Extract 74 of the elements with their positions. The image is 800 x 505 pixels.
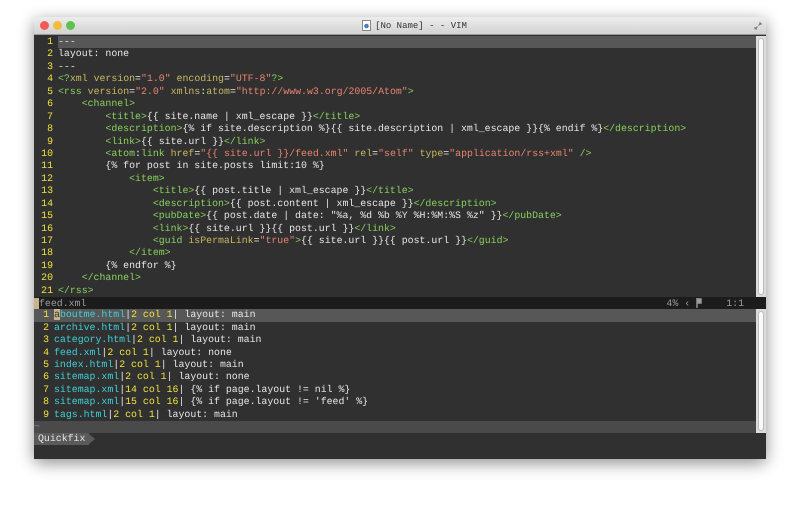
line-number: 6 <box>46 98 54 111</box>
scrollbar[interactable] <box>756 36 766 298</box>
line-number: 2 <box>42 322 50 334</box>
quickfix-entry[interactable]: tags.html|2 col 1| layout: main <box>54 408 756 422</box>
minimize-button[interactable] <box>53 21 62 30</box>
line-number: 16 <box>40 222 54 235</box>
scrollbar[interactable] <box>756 309 766 434</box>
code-line: <link>{{ site.url }}</link> <box>104 136 266 148</box>
scroll-percent: 4% <box>666 298 678 309</box>
quickfix-entry[interactable]: sitemap.xml|15 col 16| {% if page.layout != 'feed' %} <box>54 396 756 409</box>
line-number: 11 <box>40 160 54 173</box>
quickfix-entry[interactable]: feed.xml|2 col 1| layout: none <box>54 346 756 359</box>
line-number: 3 <box>46 60 54 74</box>
line-number: 13 <box>40 185 54 198</box>
line-number: 21 <box>40 284 54 298</box>
code-line: layout: none <box>58 48 130 61</box>
arrow-icon <box>89 434 96 444</box>
line-number: 19 <box>40 260 54 272</box>
line-number: 10 <box>40 148 54 160</box>
line-number: 18 <box>40 247 54 260</box>
code-line: <item> <box>128 172 166 186</box>
line-number: 1 <box>46 36 54 48</box>
code-line: <description>{% if site.description %}{{ site.description | xml_escape }}{% endif %}</description> <box>104 123 688 136</box>
cursor-position: 1:1 <box>726 298 744 309</box>
code-line: <rss version="2.0" xmlns:atom="http://www.w3.org/2005/Atom"> <box>58 86 415 98</box>
window-title: [No Name] - - VIM <box>375 20 467 30</box>
code-line: {% endfor %} <box>104 260 178 272</box>
quickfix-entry[interactable]: index.html|2 col 1| layout: main <box>54 358 756 372</box>
code-line: <atom:link href="{{ site.url }}/feed.xml" rel="self" type="application/rss+xml" /> <box>104 148 592 160</box>
status-filename: feed.xml <box>39 298 86 309</box>
code-line: <guid isPermaLink="true">{{ site.url }}{{ post.url }}</guid> <box>152 235 510 248</box>
line-number: 7 <box>42 384 50 396</box>
line-number: 5 <box>42 358 50 372</box>
quickfix-entry[interactable]: sitemap.xml|14 col 16| {% if page.layout != nil %} <box>54 384 756 396</box>
line-number: 9 <box>42 408 50 422</box>
document-icon <box>362 20 372 31</box>
cursor-block <box>34 298 39 309</box>
quickfix-entry[interactable]: aboutme.html|2 col 1| layout: main <box>54 309 756 322</box>
flag-icon <box>696 298 702 308</box>
line-number: 3 <box>42 334 50 346</box>
line-number: 1 <box>42 309 50 322</box>
quickfix-entry[interactable]: category.html|2 col 1| layout: main <box>54 334 756 346</box>
line-number: 12 <box>40 172 54 186</box>
line-number: 14 <box>40 198 54 210</box>
line-number: 6 <box>42 371 50 384</box>
line-number: 4 <box>46 73 54 86</box>
quickfix-entry[interactable]: sitemap.xml|2 col 1| layout: none <box>54 371 756 384</box>
close-button[interactable] <box>40 21 49 30</box>
line-number: 15 <box>40 210 54 223</box>
line-number: 7 <box>46 110 54 124</box>
code-line: <title>{{ post.title | xml_escape }}</title> <box>152 185 415 198</box>
line-number: 8 <box>46 123 54 136</box>
line-number: 4 <box>42 346 50 359</box>
separator-glyph: ‹ <box>684 298 690 309</box>
code-line: --- <box>58 60 77 74</box>
line-number: 20 <box>40 272 54 285</box>
code-line: <channel> <box>80 98 136 111</box>
code-line: </item> <box>128 247 172 260</box>
line-number: 9 <box>46 136 54 148</box>
code-line: <description>{{ post.content | xml_escape }}</description> <box>152 198 498 210</box>
line-number: 17 <box>40 235 54 248</box>
line-number: 8 <box>42 396 50 409</box>
code-line: </channel> <box>80 272 142 285</box>
code-line: <?xml version="1.0" encoding="UTF-8"?> <box>58 73 284 86</box>
code-line: {% for post in site.posts limit:10 %} <box>104 160 326 173</box>
line-number: 5 <box>46 86 54 98</box>
code-line: </rss> <box>58 284 95 298</box>
quickfix-entry[interactable]: archive.html|2 col 1| layout: main <box>54 322 756 334</box>
zoom-button[interactable] <box>66 21 75 30</box>
fullscreen-icon[interactable] <box>754 22 762 30</box>
code-line: <title>{{ site.name | xml_escape }}</title> <box>104 110 362 124</box>
code-line: <pubDate>{{ post.date | date: "%a, %d %b %Y %H:%M:%S %z" }}</pubDate> <box>152 210 563 223</box>
code-line: <link>{{ site.url }}{{ post.url }}</link> <box>152 222 397 235</box>
line-number: 2 <box>46 48 54 61</box>
